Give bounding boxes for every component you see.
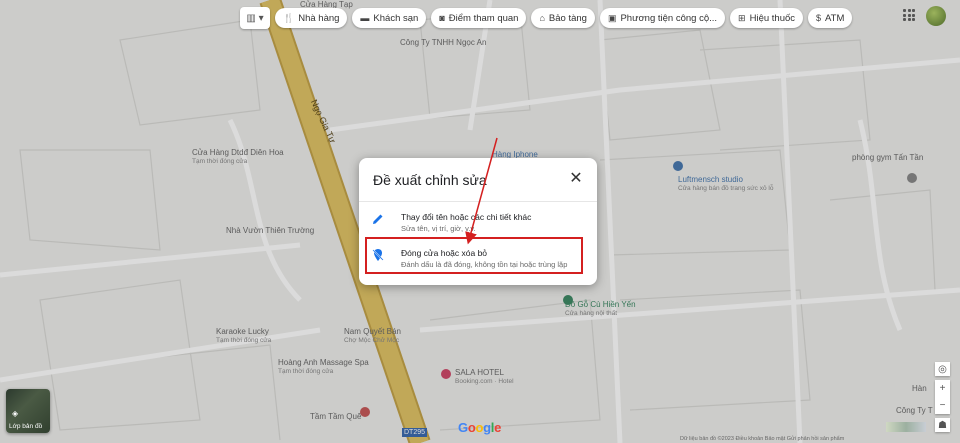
zoom-controls: + − [935,380,950,414]
pegman-button[interactable]: ☗ [935,418,950,432]
annotation-arrow [465,137,498,245]
my-location-button[interactable]: ◎ [935,362,950,376]
zoom-in-icon[interactable]: + [940,383,946,394]
imagery-preview-strip[interactable] [886,422,926,432]
layer-tile-label: Lớp bản đồ [9,423,43,430]
map-footer: Dữ liệu bản đồ ©2023 Điều khoản Bảo mật … [680,436,845,442]
layers-icon: ◈ [12,409,19,418]
zoom-out-icon[interactable]: − [940,400,946,411]
locate-icon: ◎ [938,363,947,375]
map-layers-tile[interactable]: ◈ Lớp bản đồ [6,389,50,433]
google-logo: Google [458,420,502,435]
pegman-icon: ☗ [938,419,947,431]
